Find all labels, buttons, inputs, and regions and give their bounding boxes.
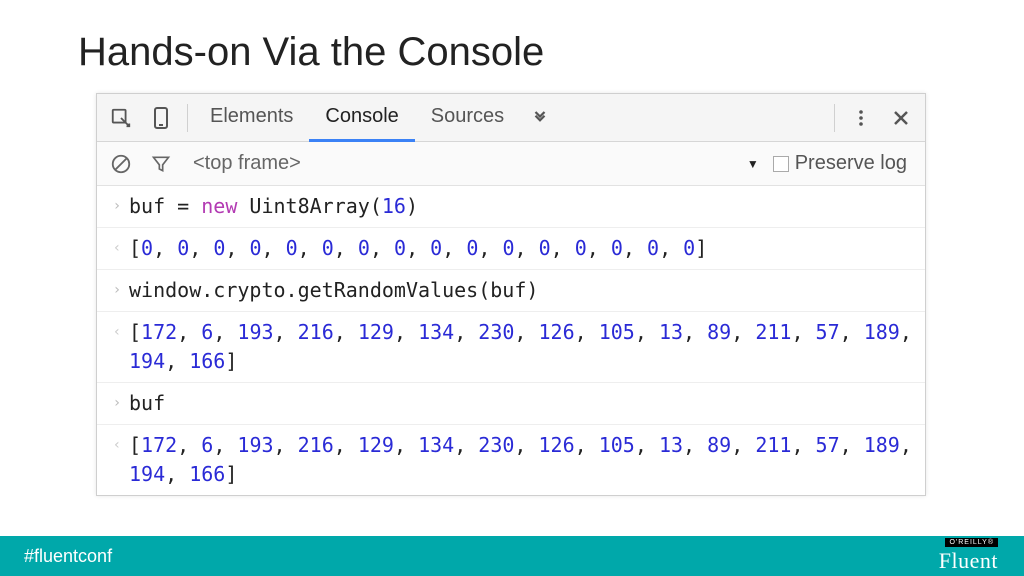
fluent-word: Fluent	[939, 548, 998, 574]
slide-footer: #fluentconf O'REILLY® Fluent	[0, 536, 1024, 576]
footer-hashtag: #fluentconf	[24, 546, 112, 567]
inspect-icon[interactable]	[101, 94, 141, 142]
console-output-line: [0, 0, 0, 0, 0, 0, 0, 0, 0, 0, 0, 0, 0, …	[97, 227, 925, 269]
prompt-in-icon	[105, 192, 129, 221]
frame-context-select[interactable]: <top frame>	[185, 152, 309, 175]
more-tabs-icon[interactable]	[520, 94, 560, 142]
prompt-out-icon	[105, 318, 129, 376]
code-content: buf = new Uint8Array(16)	[129, 192, 915, 221]
fluent-logo: O'REILLY® Fluent	[939, 538, 998, 574]
code-content: buf	[129, 389, 915, 418]
console-output-line: [172, 6, 193, 216, 129, 134, 230, 126, 1…	[97, 311, 925, 382]
prompt-in-icon	[105, 389, 129, 418]
device-icon[interactable]	[141, 94, 181, 142]
console-output-line: [172, 6, 193, 216, 129, 134, 230, 126, 1…	[97, 424, 925, 495]
separator	[834, 104, 835, 132]
filter-icon[interactable]	[145, 148, 177, 180]
prompt-out-icon	[105, 234, 129, 263]
checkbox-box	[773, 156, 789, 172]
context-caret-icon[interactable]: ▼	[741, 157, 765, 171]
console-filterbar: <top frame> ▼ Preserve log	[97, 142, 925, 186]
devtools-tabbar: Elements Console Sources	[97, 94, 925, 142]
code-content: [172, 6, 193, 216, 129, 134, 230, 126, 1…	[129, 431, 915, 489]
devtools-panel: Elements Console Sources <top frame> ▼ P…	[96, 93, 926, 496]
code-content: [0, 0, 0, 0, 0, 0, 0, 0, 0, 0, 0, 0, 0, …	[129, 234, 915, 263]
console-output[interactable]: buf = new Uint8Array(16) [0, 0, 0, 0, 0, …	[97, 186, 925, 495]
separator	[187, 104, 188, 132]
tab-elements[interactable]: Elements	[194, 94, 309, 142]
preserve-log-checkbox[interactable]: Preserve log	[773, 152, 917, 175]
console-input-line: window.crypto.getRandomValues(buf)	[97, 269, 925, 311]
tab-sources[interactable]: Sources	[415, 94, 520, 142]
code-content: [172, 6, 193, 216, 129, 134, 230, 126, 1…	[129, 318, 915, 376]
console-input-line: buf	[97, 382, 925, 424]
code-content: window.crypto.getRandomValues(buf)	[129, 276, 915, 305]
tab-console[interactable]: Console	[309, 94, 414, 142]
console-input-line: buf = new Uint8Array(16)	[97, 186, 925, 227]
prompt-in-icon	[105, 276, 129, 305]
close-icon[interactable]	[881, 94, 921, 142]
prompt-out-icon	[105, 431, 129, 489]
clear-console-icon[interactable]	[105, 148, 137, 180]
kebab-menu-icon[interactable]	[841, 94, 881, 142]
preserve-log-label: Preserve log	[795, 152, 907, 175]
slide-title: Hands-on Via the Console	[0, 0, 1024, 93]
oreilly-label: O'REILLY®	[945, 538, 998, 547]
